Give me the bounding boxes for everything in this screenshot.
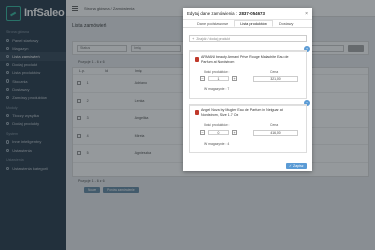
price-label: Cena [270,70,279,74]
plus-icon: + [192,36,195,41]
qty-label: Ilość produktów : [204,70,230,74]
edit-order-modal: Edytuj dane zamówienia : 2837-054673 × D… [183,8,312,171]
modal-tabs: Dane podstawowe Lista produktów Dostawy [183,20,312,28]
save-button[interactable]: ✓ Zapisz [286,163,307,169]
decrement-button[interactable]: − [200,76,205,81]
save-icon: ✓ [289,164,293,168]
product-search-input[interactable]: + Znajdź / dodaj produkt [189,35,307,42]
price-field[interactable]: 321,00 [253,76,298,82]
product-card: Angel Nova by Mugler Eau de Parfum in Ne… [189,104,307,153]
decrement-button[interactable]: − [200,130,205,135]
modal-header: Edytuj dane zamówienia : 2837-054673 × [183,8,312,20]
order-id: 2837-054673 [239,11,265,16]
price-label: Cena [270,123,279,127]
quantity-stepper: − 1 + [200,76,237,81]
save-label: Zapisz [293,164,304,168]
quantity-field[interactable]: 0 [208,130,229,135]
quantity-field[interactable]: 1 [208,76,229,81]
increment-button[interactable]: + [232,130,237,135]
product-bottle-icon [195,57,199,62]
qty-label: Ilość produktów : [204,123,230,127]
close-icon[interactable]: × [305,11,308,17]
tab-product-list[interactable]: Lista produktów [234,20,273,27]
tab-deliveries[interactable]: Dostawy [273,20,300,27]
product-card: ARMANI beauty Armani Prive Rouge Malachi… [189,50,307,99]
price-field[interactable]: 416,00 [253,130,298,136]
quantity-stepper: − 0 + [200,130,237,135]
increment-button[interactable]: + [232,76,237,81]
product-name: Angel Nova by Mugler Eau de Parfum in Ne… [201,108,283,118]
tab-basic-data[interactable]: Dane podstawowe [191,20,234,27]
modal-title: Edytuj dane zamówienia : [187,11,238,16]
product-name: ARMANI beauty Armani Prive Rouge Malachi… [201,55,289,65]
stock-text: W magazynie : 4 [204,142,230,146]
search-placeholder: Znajdź / dodaj produkt [196,36,230,41]
stock-text: W magazynie : 7 [204,87,230,91]
product-bottle-icon [195,110,199,115]
